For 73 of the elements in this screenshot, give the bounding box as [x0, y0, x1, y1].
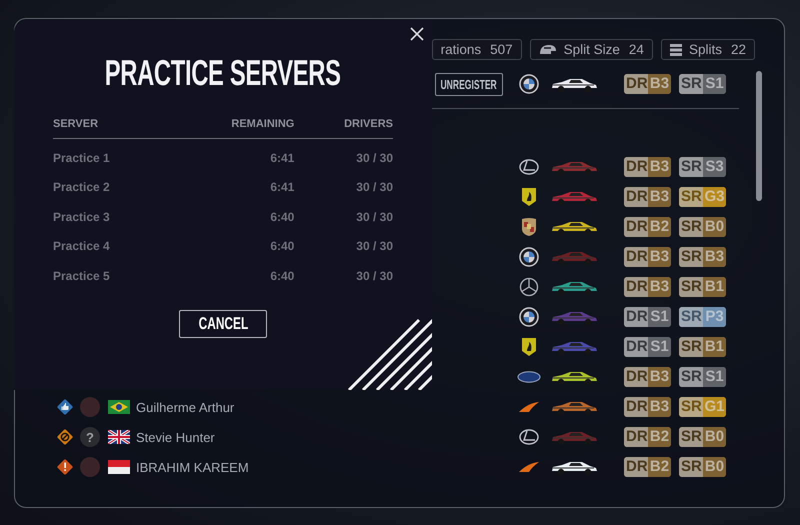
shield-emblem-icon — [521, 187, 537, 207]
server-name: Practice 5 — [53, 268, 111, 285]
driver-count: 30 / 30 — [355, 238, 393, 256]
safety-rating-badge: SR B3 — [679, 247, 726, 267]
safety-rating-badge: SR G3 — [679, 187, 726, 207]
avatar-placeholder — [80, 397, 100, 417]
server-name: Practice 4 — [53, 238, 111, 256]
stat-chip: Split Size 24 — [530, 39, 653, 60]
stat-chip: rations 507 — [432, 39, 522, 60]
swoosh-icon — [518, 401, 540, 413]
cancel-button[interactable]: CANCEL — [179, 310, 267, 338]
server-name: Practice 2 — [53, 179, 111, 196]
roundel-emblem-icon — [519, 247, 539, 267]
column-header: DRIVERS — [294, 118, 393, 138]
flag-icon — [108, 460, 130, 474]
driver-rating-badge: DR S1 — [624, 307, 671, 327]
scrollbar[interactable] — [756, 71, 762, 201]
driver-count: 30 / 30 — [355, 208, 393, 226]
safety-rating-badge: SR S1 — [679, 74, 726, 94]
server-stack-icon — [670, 44, 682, 56]
safety-rating-badge: SR B0 — [679, 427, 726, 447]
safety-rating-badge: SR B1 — [679, 277, 726, 297]
ring-emblem-icon — [519, 157, 539, 177]
unknown-avatar: ? — [80, 427, 100, 447]
safety-rating-badge: SR B0 — [679, 217, 726, 237]
safety-rating-badge: SR S3 — [679, 157, 726, 177]
roundel-emblem-icon — [519, 74, 539, 94]
driver-rating-badge: DRB3 — [624, 277, 671, 297]
helmet-icon — [538, 44, 557, 56]
driver-rating-badge: DRB3 — [624, 397, 671, 417]
driver-rating-badge: DRB3 — [624, 74, 671, 94]
oval-emblem-icon — [517, 371, 541, 383]
time-remaining: 6:41 — [269, 179, 294, 196]
time-remaining: 6:41 — [167, 138, 294, 172]
column-header: REMAINING — [167, 118, 294, 138]
driver-name: Stevie Hunter — [135, 430, 216, 444]
shield-emblem-icon — [521, 337, 537, 357]
driver-rating-badge: DRB3 — [624, 157, 671, 177]
server-name: Practice 3 — [53, 208, 111, 226]
safety-rating-badge: SR B0 — [679, 457, 726, 477]
unregister-button[interactable]: UNREGISTER — [435, 72, 503, 96]
driver-rating-badge: DRB3 — [624, 247, 671, 267]
time-remaining: 6:40 — [269, 268, 294, 285]
roundel-emblem-icon — [519, 307, 539, 327]
driver-rating-badge: DR S1 — [624, 337, 671, 357]
swoosh-icon — [518, 461, 540, 473]
driver-rating-badge: DRB3 — [624, 187, 671, 207]
safety-rating-badge: SR B1 — [679, 337, 726, 357]
driver-rating-badge: DRB2 — [624, 427, 671, 447]
time-remaining: 6:40 — [269, 208, 294, 226]
time-remaining: 6:40 — [269, 238, 294, 256]
ring-emblem-icon — [519, 427, 539, 447]
driver-rating-badge: DRB2 — [624, 457, 671, 477]
driver-count: 30 / 30 — [355, 179, 393, 196]
safety-rating-badge: SR G1 — [679, 397, 726, 417]
driver-name: IBRAHIM KAREEM — [135, 460, 250, 474]
driver-count: 30 / 30 — [355, 268, 393, 285]
close-icon[interactable] — [410, 27, 424, 41]
crest-emblem-icon — [521, 217, 537, 237]
avatar-placeholder — [80, 457, 100, 477]
safety-rating-badge: SR S1 — [679, 367, 726, 387]
stat-chip: Splits 22 — [660, 39, 755, 60]
driver-name: Guilherme Arthur — [135, 400, 236, 414]
flag-icon — [108, 400, 130, 414]
safety-rating-badge: SR P3 — [679, 307, 726, 327]
server-name: Practice 1 — [53, 138, 168, 172]
dialog-title: PRACTICE SERVERS — [105, 52, 341, 94]
driver-rating-badge: DRB3 — [624, 367, 671, 387]
driver-rating-badge: DRB2 — [624, 217, 671, 237]
flag-icon — [108, 430, 130, 444]
column-header: SERVER — [53, 118, 168, 138]
driver-count: 30 / 30 — [294, 138, 393, 172]
star-in-circle-icon — [519, 277, 539, 297]
